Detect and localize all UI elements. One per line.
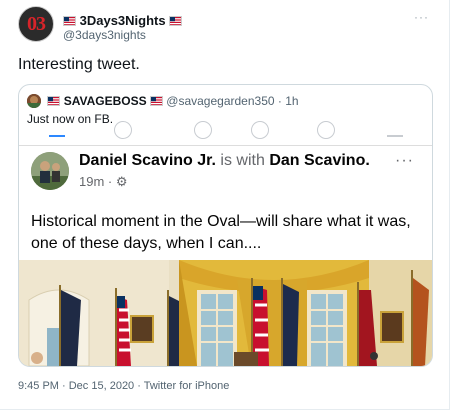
quoted-tweet-header: SAVAGEBOSS @savagegarden350 · 1h xyxy=(27,93,299,108)
fb-author-line: Daniel Scavino Jr. is with Dan Scavino. xyxy=(79,152,370,170)
gear-icon: ⚙ xyxy=(115,174,128,189)
fb-tagged-name: Dan Scavino. xyxy=(269,152,370,169)
us-flag-icon xyxy=(47,95,61,106)
us-flag-icon xyxy=(149,95,163,106)
tweet-header: 03 3Days3Nights @3days3nights ··· xyxy=(18,6,433,44)
fb-tab-inactive xyxy=(387,125,403,137)
fb-tab-active xyxy=(49,125,65,137)
fb-tab-bar xyxy=(19,121,432,146)
us-flag-icon xyxy=(63,15,76,26)
display-name-row[interactable]: 3Days3Nights xyxy=(63,12,183,28)
display-name[interactable]: 3Days3Nights xyxy=(80,13,166,28)
user-handle[interactable]: @3days3nights xyxy=(63,28,146,42)
fb-tab-icon xyxy=(194,121,212,139)
fb-author-name: Daniel Scavino Jr. xyxy=(79,152,216,169)
quoted-tweet[interactable]: SAVAGEBOSS @savagegarden350 · 1h Just no… xyxy=(18,84,433,367)
fb-more-icon: ··· xyxy=(395,152,414,169)
more-options-icon[interactable]: ··· xyxy=(414,10,429,24)
us-flag-icon xyxy=(169,15,183,26)
fb-time-text: 19m · xyxy=(79,174,113,189)
tweet-card: 03 3Days3Nights @3days3nights ··· Intere… xyxy=(0,0,450,410)
fb-post-text: Historical moment in the Oval—will share… xyxy=(31,213,411,252)
quoted-display-name[interactable]: SAVAGEBOSS xyxy=(64,94,147,108)
facebook-screenshot[interactable]: Daniel Scavino Jr. is with Dan Scavino. … xyxy=(19,121,432,366)
fb-with-text: is with xyxy=(220,152,265,169)
tweet-text: Interesting tweet. xyxy=(18,56,140,73)
fb-tab-icon xyxy=(114,121,132,139)
tweet-timestamp[interactable]: 9:45 PM · Dec 15, 2020 · Twitter for iPh… xyxy=(18,380,229,392)
fb-post-time: 19m · ⚙ xyxy=(79,174,128,190)
quoted-time[interactable]: · 1h xyxy=(278,94,299,108)
fb-tab-icon xyxy=(251,121,269,139)
fb-author-avatar xyxy=(31,152,69,190)
quoted-text: Just now on FB. xyxy=(27,112,114,126)
fb-tab-icon xyxy=(317,121,335,139)
oval-office-photo xyxy=(19,260,432,366)
quoted-avatar[interactable] xyxy=(27,93,41,108)
quoted-handle[interactable]: @savagegarden350 xyxy=(166,94,274,108)
avatar[interactable]: 03 xyxy=(18,6,54,42)
